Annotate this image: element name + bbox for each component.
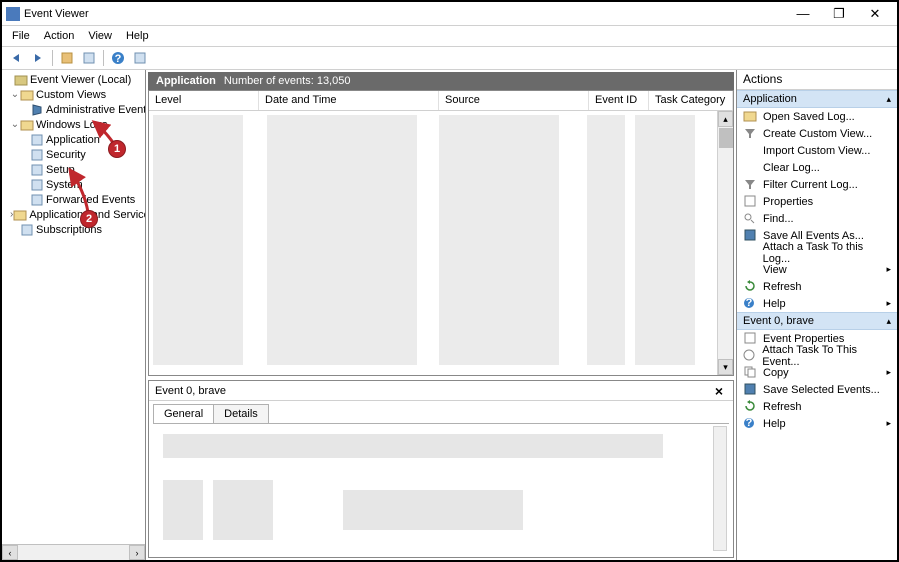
- annotation-marker-2: 2: [80, 210, 98, 228]
- save-icon: [743, 383, 759, 397]
- action-import-custom-view[interactable]: Import Custom View...: [737, 142, 897, 159]
- col-source[interactable]: Source: [439, 91, 589, 110]
- menu-bar: File Action View Help: [2, 26, 897, 46]
- properties-icon: [743, 195, 759, 209]
- tree-panel: Event Viewer (Local) ⌄Custom Views Admin…: [2, 70, 146, 560]
- detail-tabs: General Details: [149, 401, 733, 423]
- action-view[interactable]: View▸: [737, 261, 897, 278]
- col-datetime[interactable]: Date and Time: [259, 91, 439, 110]
- filter-icon: [743, 127, 759, 141]
- actions-panel: Actions Application▴ Open Saved Log... C…: [737, 70, 897, 560]
- refresh-icon: [743, 280, 759, 294]
- detail-close-button[interactable]: ×: [711, 383, 727, 399]
- menu-help[interactable]: Help: [120, 28, 155, 44]
- detail-title: Event 0, brave: [155, 385, 226, 397]
- help-icon: ?: [743, 297, 759, 311]
- svg-text:?: ?: [115, 53, 122, 65]
- tree-custom-views[interactable]: ⌄Custom Views: [2, 87, 145, 102]
- col-level[interactable]: Level: [149, 91, 259, 110]
- action-find[interactable]: Find...: [737, 210, 897, 227]
- tree-admin-events[interactable]: Administrative Events: [2, 102, 145, 117]
- svg-text:?: ?: [746, 297, 753, 309]
- save-icon: [743, 229, 759, 243]
- action-help[interactable]: ?Help▸: [737, 295, 897, 312]
- maximize-button[interactable]: ❐: [821, 4, 857, 24]
- main-area: Event Viewer (Local) ⌄Custom Views Admin…: [2, 70, 897, 560]
- forward-button[interactable]: [28, 48, 48, 68]
- title-bar: Event Viewer — ❐ ✕: [2, 2, 897, 26]
- minimize-button[interactable]: —: [785, 4, 821, 24]
- toolbar-btn-3[interactable]: [130, 48, 150, 68]
- center-panel: Application Number of events: 13,050 Lev…: [146, 70, 737, 560]
- detail-body: [153, 423, 729, 553]
- list-log-name: Application: [156, 75, 216, 87]
- grid-v-scrollbar[interactable]: ▴▾: [717, 111, 733, 375]
- toolbar: ?: [2, 46, 897, 70]
- list-header: Application Number of events: 13,050: [148, 72, 734, 90]
- action-attach-task-log[interactable]: Attach a Task To this Log...: [737, 244, 897, 261]
- help-icon: ?: [743, 417, 759, 431]
- tab-general[interactable]: General: [153, 404, 214, 423]
- action-open-saved-log[interactable]: Open Saved Log...: [737, 108, 897, 125]
- properties-icon: [743, 332, 759, 346]
- event-grid: Level Date and Time Source Event ID Task…: [148, 90, 734, 376]
- menu-file[interactable]: File: [6, 28, 36, 44]
- action-clear-log[interactable]: Clear Log...: [737, 159, 897, 176]
- action-filter-log[interactable]: Filter Current Log...: [737, 176, 897, 193]
- close-button[interactable]: ✕: [857, 4, 893, 24]
- detail-panel: Event 0, brave × General Details: [148, 380, 734, 558]
- find-icon: [743, 212, 759, 226]
- action-properties[interactable]: Properties: [737, 193, 897, 210]
- refresh-icon: [743, 400, 759, 414]
- action-copy[interactable]: Copy▸: [737, 364, 897, 381]
- list-count: Number of events: 13,050: [224, 75, 351, 87]
- col-taskcat[interactable]: Task Category: [649, 91, 733, 110]
- tab-details[interactable]: Details: [213, 404, 269, 423]
- filter-icon: [743, 178, 759, 192]
- action-attach-task-event[interactable]: Attach Task To This Event...: [737, 347, 897, 364]
- toolbar-btn-1[interactable]: [57, 48, 77, 68]
- folder-open-icon: [743, 110, 759, 124]
- app-icon: [6, 7, 20, 21]
- svg-text:?: ?: [746, 417, 753, 429]
- toolbar-btn-2[interactable]: [79, 48, 99, 68]
- action-refresh[interactable]: Refresh: [737, 278, 897, 295]
- window-title: Event Viewer: [20, 8, 785, 20]
- col-eventid[interactable]: Event ID: [589, 91, 649, 110]
- menu-view[interactable]: View: [82, 28, 118, 44]
- tree-subscriptions[interactable]: Subscriptions: [2, 222, 145, 237]
- task-icon: [743, 349, 758, 363]
- action-refresh-2[interactable]: Refresh: [737, 398, 897, 415]
- action-help-2[interactable]: ?Help▸: [737, 415, 897, 432]
- grid-header: Level Date and Time Source Event ID Task…: [149, 91, 733, 111]
- actions-title: Actions: [737, 70, 897, 90]
- grid-body[interactable]: ▴▾: [149, 111, 733, 375]
- actions-section-event[interactable]: Event 0, brave▴: [737, 312, 897, 330]
- detail-v-scrollbar[interactable]: [713, 426, 727, 551]
- annotation-marker-1: 1: [108, 140, 126, 158]
- menu-action[interactable]: Action: [38, 28, 81, 44]
- action-save-selected[interactable]: Save Selected Events...: [737, 381, 897, 398]
- tree-root[interactable]: Event Viewer (Local): [2, 72, 145, 87]
- back-button[interactable]: [6, 48, 26, 68]
- detail-header: Event 0, brave ×: [149, 381, 733, 401]
- help-button[interactable]: ?: [108, 48, 128, 68]
- copy-icon: [743, 366, 759, 380]
- actions-section-application[interactable]: Application▴: [737, 90, 897, 108]
- tree-h-scrollbar[interactable]: ‹›: [2, 544, 145, 560]
- action-create-custom-view[interactable]: Create Custom View...: [737, 125, 897, 142]
